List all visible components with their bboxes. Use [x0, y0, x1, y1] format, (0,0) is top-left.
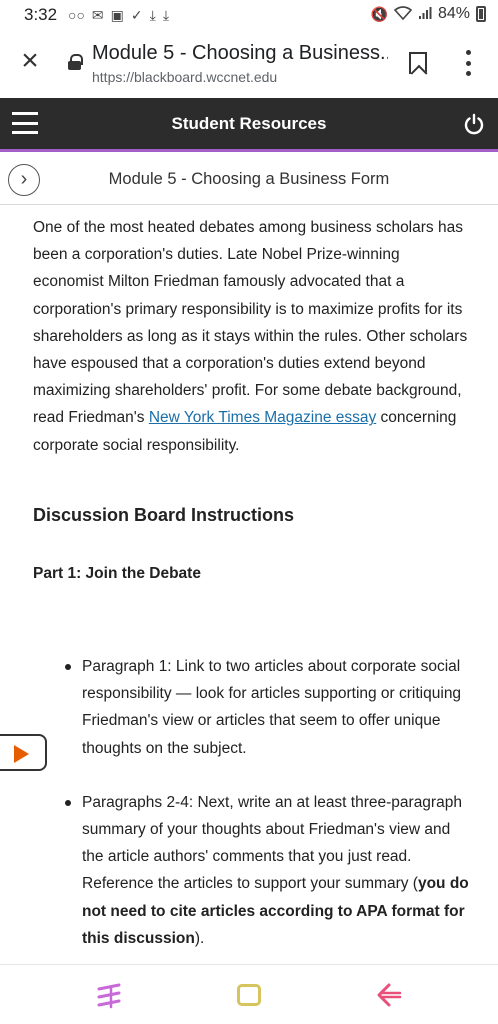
- system-nav-bar: [0, 964, 498, 1024]
- list-item-text: Paragraph 1: Link to two articles about …: [82, 658, 462, 757]
- close-icon[interactable]: ×: [14, 46, 46, 78]
- browser-toolbar: × Module 5 - Choosing a Business... http…: [0, 32, 498, 98]
- nyt-essay-link[interactable]: New York Times Magazine essay: [149, 409, 376, 426]
- module-bar: › Module 5 - Choosing a Business Form: [0, 155, 498, 205]
- bookmark-icon[interactable]: [409, 52, 427, 74]
- intro-paragraph: One of the most heated debates among bus…: [33, 214, 473, 459]
- notification-icons: ○○ ✉ ▣ ✓ ⤓ ⤓: [68, 6, 169, 24]
- browser-url[interactable]: https://blackboard.wccnet.edu: [92, 69, 277, 85]
- home-icon[interactable]: [237, 984, 261, 1006]
- module-title: Module 5 - Choosing a Business Form: [108, 170, 390, 188]
- battery-percent: 84%: [437, 5, 470, 22]
- list-item-tail: ).: [194, 929, 205, 947]
- gmail-icon: ✉: [91, 7, 104, 23]
- signal-icon: [418, 6, 432, 23]
- part1-heading: Part 1: Join the Debate: [33, 565, 201, 582]
- wifi-icon: [393, 5, 413, 23]
- play-button[interactable]: [0, 734, 47, 771]
- discussion-heading: Discussion Board Instructions: [33, 505, 295, 525]
- app-header: Student Resources: [0, 98, 498, 152]
- check-icon: ✓: [130, 7, 143, 23]
- download-icon: ⤓: [162, 7, 170, 23]
- intro-text: One of the most heated debates among bus…: [33, 219, 468, 427]
- recents-icon[interactable]: [95, 983, 123, 1009]
- list-item-text: Paragraphs 2-4: Next, write an at least …: [82, 793, 462, 893]
- system-status: 🔇 84%: [371, 5, 486, 23]
- list-item: Paragraphs 2-4: Next, write an at least …: [62, 789, 472, 952]
- back-icon[interactable]: [374, 981, 404, 1009]
- instructions-list: Paragraph 1: Link to two articles about …: [62, 653, 472, 979]
- battery-icon: [476, 6, 486, 22]
- list-item: Paragraph 1: Link to two articles about …: [62, 653, 472, 762]
- image-icon: ▣: [110, 7, 124, 23]
- voicemail-icon: ○○: [68, 7, 85, 23]
- status-time: 3:32: [24, 5, 58, 24]
- download-icon: ⤓: [149, 7, 156, 23]
- more-options-icon[interactable]: [464, 50, 472, 76]
- lock-icon[interactable]: [68, 54, 83, 70]
- header-title: Student Resources: [171, 114, 327, 133]
- power-icon[interactable]: [463, 113, 485, 135]
- browser-page-title[interactable]: Module 5 - Choosing a Business...: [92, 42, 388, 65]
- status-bar: 3:32 ○○ ✉ ▣ ✓ ⤓ ⤓ 🔇 84%: [0, 0, 498, 32]
- mute-icon: 🔇: [370, 5, 388, 22]
